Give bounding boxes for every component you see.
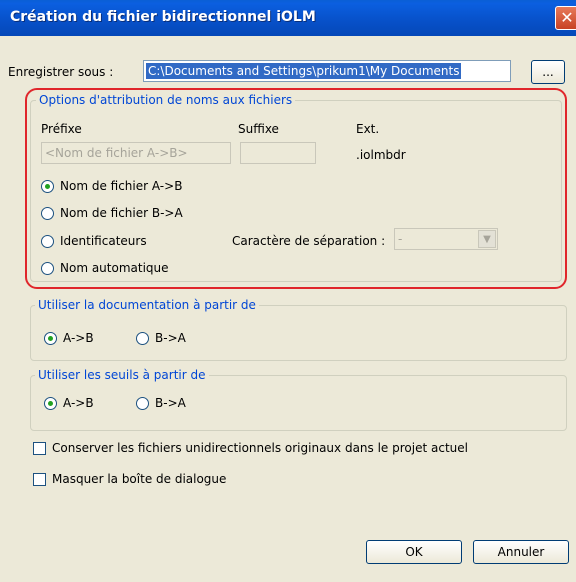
save-path-value: C:\Documents and Settings\prikum1\My Doc… — [146, 63, 462, 79]
naming-options-legend: Options d'attribution de noms aux fichie… — [36, 93, 296, 107]
ext-value: .iolmbdr — [356, 148, 406, 162]
separator-value: - — [398, 232, 403, 246]
prefix-input[interactable]: <Nom de fichier A->B> — [41, 142, 231, 164]
close-button[interactable]: ✕ — [555, 6, 576, 30]
thresholds-group — [30, 375, 567, 431]
hide-dialog-checkbox[interactable] — [33, 473, 46, 486]
keep-originals-checkbox[interactable] — [33, 442, 46, 455]
suffix-input[interactable] — [240, 142, 316, 164]
radio-thr-ba[interactable] — [136, 397, 149, 410]
thresholds-legend: Utiliser les seuils à partir de — [35, 368, 209, 382]
close-icon: ✕ — [560, 8, 574, 27]
separator-label: Caractère de séparation : — [232, 234, 386, 248]
option-name-ab-label: Nom de fichier A->B — [60, 179, 183, 193]
doc-option-ab-label: A->B — [63, 331, 94, 345]
browse-button[interactable]: ... — [531, 60, 565, 84]
window-title: Création du fichier bidirectionnel iOLM — [10, 9, 316, 25]
save-path-input[interactable]: C:\Documents and Settings\prikum1\My Doc… — [143, 60, 511, 82]
dialog-body: Enregistrer sous : C:\Documents and Sett… — [0, 36, 576, 582]
separator-dropdown[interactable]: - ▼ — [394, 228, 498, 250]
documentation-legend: Utiliser la documentation à partir de — [35, 298, 259, 312]
option-name-ba-label: Nom de fichier B->A — [60, 206, 183, 220]
chevron-down-icon[interactable]: ▼ — [478, 230, 496, 248]
cancel-button[interactable]: Annuler — [473, 540, 569, 564]
save-as-label: Enregistrer sous : — [8, 65, 114, 79]
radio-name-ab[interactable] — [41, 180, 54, 193]
suffix-label: Suffixe — [238, 122, 279, 136]
thr-option-ba-label: B->A — [155, 396, 186, 410]
radio-doc-ab[interactable] — [44, 332, 57, 345]
radio-doc-ba[interactable] — [136, 332, 149, 345]
documentation-group — [30, 305, 567, 361]
thr-option-ab-label: A->B — [63, 396, 94, 410]
radio-name-ba[interactable] — [41, 207, 54, 220]
radio-identifiers[interactable] — [41, 235, 54, 248]
keep-originals-label: Conserver les fichiers unidirectionnels … — [52, 441, 468, 455]
option-identifiers-label: Identificateurs — [60, 234, 147, 248]
option-auto-name-label: Nom automatique — [60, 261, 169, 275]
radio-auto-name[interactable] — [41, 262, 54, 275]
ok-button[interactable]: OK — [366, 540, 462, 564]
radio-thr-ab[interactable] — [44, 397, 57, 410]
doc-option-ba-label: B->A — [155, 331, 186, 345]
ext-label: Ext. — [356, 122, 380, 136]
prefix-label: Préfixe — [41, 122, 82, 136]
hide-dialog-label: Masquer la boîte de dialogue — [52, 472, 227, 486]
title-bar: Création du fichier bidirectionnel iOLM — [0, 0, 576, 36]
